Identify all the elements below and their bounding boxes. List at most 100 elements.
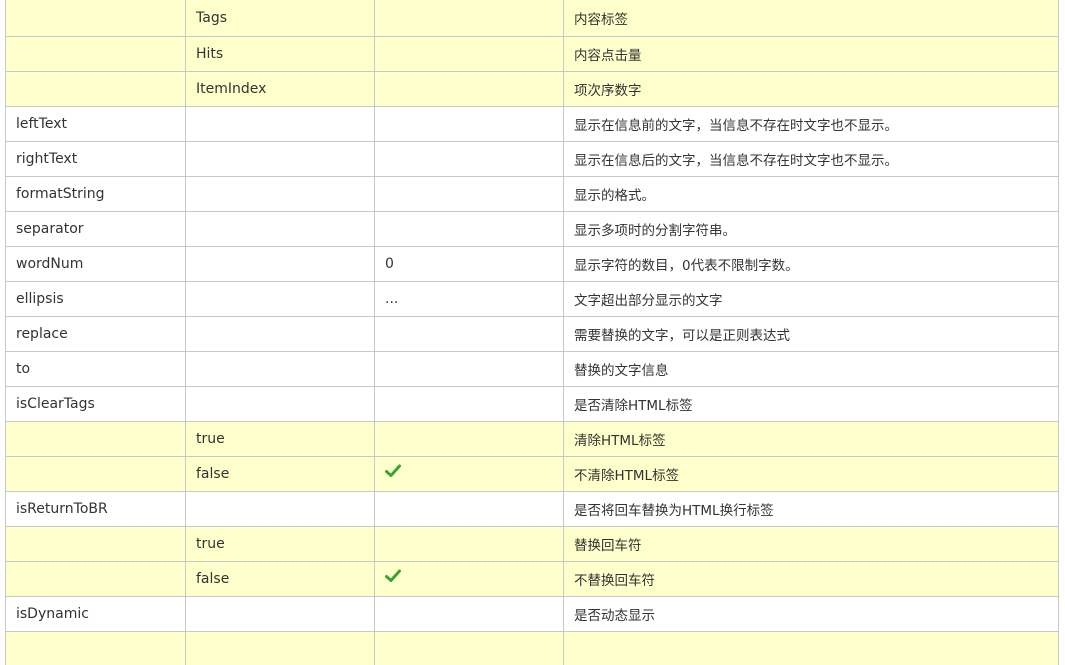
checkmark-icon [385, 464, 401, 478]
param-description-cell: 内容标签 [563, 0, 1059, 37]
param-description-text: 显示在信息后的文字，当信息不存在时文字也不显示。 [574, 152, 898, 169]
param-name-cell: ellipsis [5, 280, 186, 317]
param-name-text: replace [16, 325, 68, 342]
param-value-cell: ItemIndex [185, 70, 375, 107]
table-row: isDynamic 是否动态显示 [5, 595, 1059, 632]
param-description-text: 显示多项时的分割字符串。 [574, 222, 736, 239]
param-name-cell: separator [5, 210, 186, 247]
param-default-text: ... [385, 290, 399, 307]
param-default-text: 0 [385, 255, 394, 272]
param-default-cell [374, 105, 564, 142]
param-default-cell [374, 525, 564, 562]
param-name-cell: isClearTags [5, 385, 186, 422]
param-value-text: false [196, 465, 230, 482]
param-name-text: leftText [16, 115, 67, 132]
table-row-option: Tags 内容标签 [5, 0, 1059, 37]
param-name-text: rightText [16, 150, 78, 167]
param-value-cell: true [185, 525, 375, 562]
param-description-cell: 是否清除HTML标签 [563, 385, 1059, 422]
param-default-cell [374, 490, 564, 527]
param-default-cell [374, 210, 564, 247]
param-description-text: 是否动态显示 [574, 607, 655, 624]
param-description-text: 不清除HTML标签 [574, 467, 680, 484]
param-description-text: 显示在信息前的文字，当信息不存在时文字也不显示。 [574, 117, 898, 134]
param-name-cell [5, 35, 186, 72]
param-value-cell: Hits [185, 35, 375, 72]
table-row-option: true 替换回车符 [5, 525, 1059, 562]
table-row: replace 需要替换的文字，可以是正则表达式 [5, 315, 1059, 352]
param-name-text: isDynamic [16, 605, 89, 622]
table-row-option: ItemIndex 项次序数字 [5, 70, 1059, 107]
param-value-cell: false [185, 560, 375, 597]
param-name-cell: formatString [5, 175, 186, 212]
param-value-text: true [196, 535, 225, 552]
param-name-cell: rightText [5, 140, 186, 177]
param-value-text: false [196, 570, 230, 587]
param-name-text: to [16, 360, 31, 377]
param-description-text: 替换回车符 [574, 537, 642, 554]
param-description-cell: 显示字符的数目，0代表不限制字数。 [563, 245, 1059, 282]
param-description-text: 需要替换的文字，可以是正则表达式 [574, 327, 790, 344]
table-row: to 替换的文字信息 [5, 350, 1059, 387]
param-name-cell: wordNum [5, 245, 186, 282]
param-default-cell [374, 595, 564, 632]
attribute-table: Tags 内容标签 Hits 内容点击量 ItemIndex 项次序数字 leftText 显… [5, 0, 1059, 665]
param-default-cell [374, 140, 564, 177]
table-row: leftText 显示在信息前的文字，当信息不存在时文字也不显示。 [5, 105, 1059, 142]
param-name-text: isClearTags [16, 395, 95, 412]
attribute-table-container: Tags 内容标签 Hits 内容点击量 ItemIndex 项次序数字 leftText 显… [5, 0, 1059, 665]
param-default-cell [374, 420, 564, 457]
param-value-cell: Tags [185, 0, 375, 37]
param-default-cell [374, 455, 564, 492]
param-value-text: true [196, 430, 225, 447]
param-default-cell [374, 350, 564, 387]
param-description-text: 显示的格式。 [574, 187, 655, 204]
param-description-cell: 显示在信息前的文字，当信息不存在时文字也不显示。 [563, 105, 1059, 142]
param-description-text: 内容点击量 [574, 47, 642, 64]
param-default-cell [374, 0, 564, 37]
param-description-text: 清除HTML标签 [574, 432, 666, 449]
param-description-cell: 项次序数字 [563, 70, 1059, 107]
param-value-cell: false [185, 455, 375, 492]
param-description-cell: 内容点击量 [563, 35, 1059, 72]
param-description-cell: 显示在信息后的文字，当信息不存在时文字也不显示。 [563, 140, 1059, 177]
param-name-cell: to [5, 350, 186, 387]
table-row: rightText 显示在信息后的文字，当信息不存在时文字也不显示。 [5, 140, 1059, 177]
param-value-cell [185, 105, 375, 142]
param-description-cell: 不替换回车符 [563, 560, 1059, 597]
param-description-text: 内容标签 [574, 11, 628, 28]
table-row-option: false 不清除HTML标签 [5, 455, 1059, 492]
param-value-cell [185, 280, 375, 317]
param-name-text: ellipsis [16, 290, 64, 307]
param-name-text: wordNum [16, 255, 84, 272]
param-default-cell [374, 630, 564, 665]
param-description-text: 项次序数字 [574, 82, 642, 99]
param-description-cell: 不清除HTML标签 [563, 455, 1059, 492]
checkmark-icon [385, 569, 401, 583]
param-description-cell: 是否动态显示 [563, 595, 1059, 632]
param-value-cell: true [185, 420, 375, 457]
param-default-cell [374, 70, 564, 107]
param-default-cell [374, 35, 564, 72]
param-description-text: 不替换回车符 [574, 572, 655, 589]
attribute-table-body: Tags 内容标签 Hits 内容点击量 ItemIndex 项次序数字 leftText 显… [5, 0, 1059, 665]
table-row-option [5, 630, 1059, 665]
param-name-cell: isReturnToBR [5, 490, 186, 527]
param-value-text: ItemIndex [196, 80, 267, 97]
param-name-cell [5, 70, 186, 107]
param-value-cell [185, 630, 375, 665]
param-description-text: 是否清除HTML标签 [574, 397, 693, 414]
param-value-cell [185, 245, 375, 282]
param-value-cell [185, 350, 375, 387]
param-value-cell [185, 595, 375, 632]
param-name-cell [5, 455, 186, 492]
table-row: isReturnToBR 是否将回车替换为HTML换行标签 [5, 490, 1059, 527]
param-name-cell [5, 560, 186, 597]
param-description-cell: 清除HTML标签 [563, 420, 1059, 457]
param-description-cell: 显示的格式。 [563, 175, 1059, 212]
param-value-cell [185, 490, 375, 527]
table-row-option: true 清除HTML标签 [5, 420, 1059, 457]
table-row-option: false 不替换回车符 [5, 560, 1059, 597]
param-value-cell [185, 175, 375, 212]
param-name-text: isReturnToBR [16, 500, 108, 517]
